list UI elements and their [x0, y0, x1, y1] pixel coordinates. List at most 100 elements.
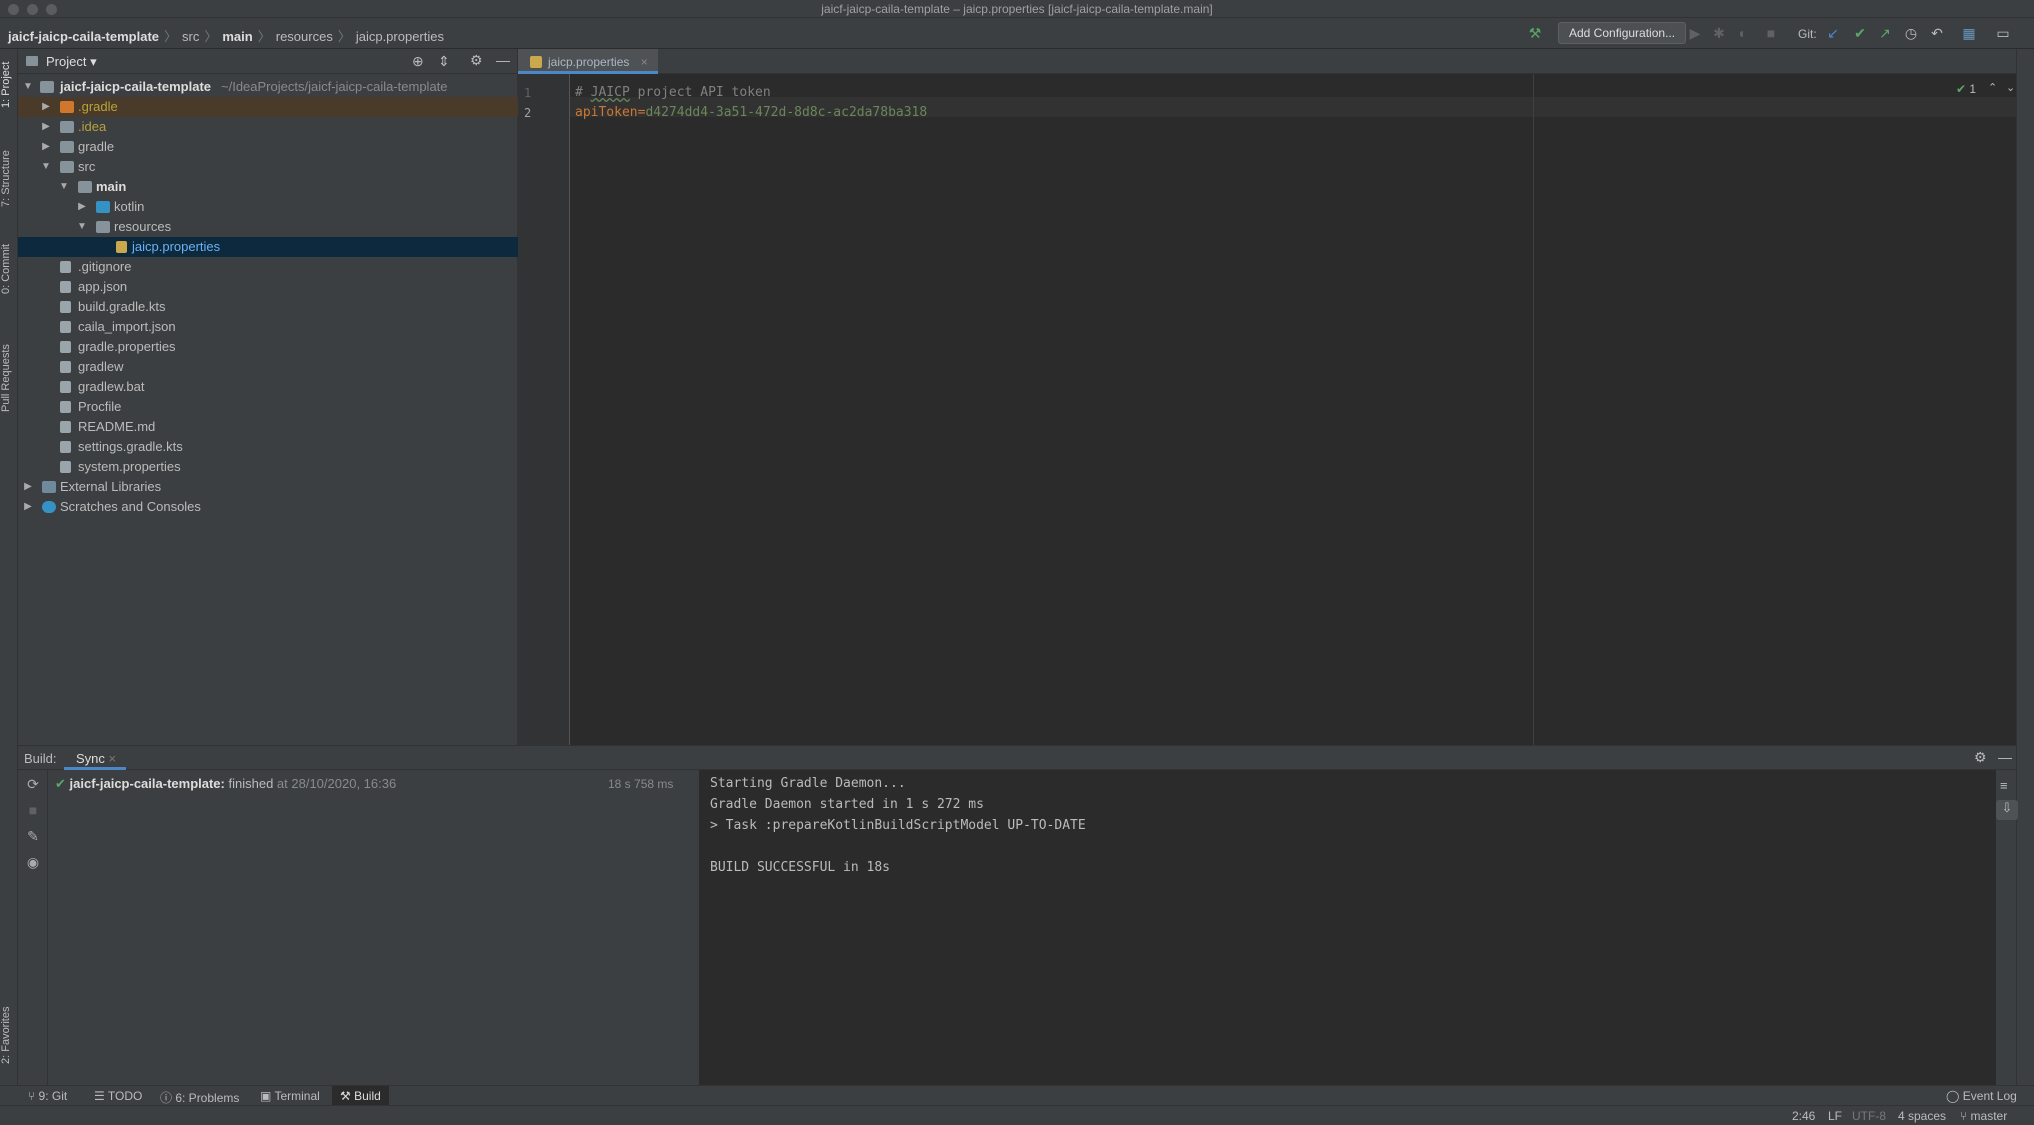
tree-item[interactable]: ▼ main	[18, 177, 518, 197]
todo-tool-button[interactable]: ☰ TODO	[94, 1089, 142, 1103]
git-commit-icon[interactable]: ✔	[1851, 24, 1869, 42]
hide-icon[interactable]: —	[1998, 749, 2012, 765]
git-branch[interactable]: ⑂ master	[1960, 1109, 2007, 1123]
chevron-right-icon[interactable]: ▶	[22, 477, 34, 497]
scroll-to-end-icon[interactable]: ⇩	[1996, 800, 2018, 820]
chevron-down-icon[interactable]: ▼	[40, 157, 52, 177]
line-separator[interactable]: LF	[1828, 1109, 1842, 1123]
close-icon[interactable]: ×	[109, 751, 117, 766]
git-tool-button[interactable]: ⑂ 9: Git	[28, 1089, 67, 1103]
tree-root[interactable]: ▼ jaicf-jaicp-caila-template ~/IdeaProjec…	[18, 77, 518, 97]
pull-requests-tool-button[interactable]: Pull Requests	[0, 333, 18, 423]
code-line-2[interactable]: apiToken=d4274dd4-3a51-472d-8d8c-ac2da78…	[575, 105, 927, 120]
tree-item[interactable]: build.gradle.kts	[18, 297, 518, 317]
locate-icon[interactable]: ⊕	[412, 53, 424, 70]
tree-item[interactable]: system.properties	[18, 457, 518, 477]
tree-item[interactable]: gradle.properties	[18, 337, 518, 357]
structure-tool-button[interactable]: 7: Structure	[0, 141, 18, 217]
tree-item[interactable]: ▶ kotlin	[18, 197, 518, 217]
favorites-tool-button[interactable]: 2: Favorites	[0, 995, 18, 1075]
tree-item[interactable]: ▶ Scratches and Consoles	[18, 497, 518, 517]
coverage-icon[interactable]: ◐	[1734, 24, 1752, 42]
stop-icon[interactable]: ■	[1762, 24, 1780, 42]
chevron-right-icon[interactable]: ▶	[40, 117, 52, 137]
chevron-down-icon[interactable]: ▼	[58, 177, 70, 197]
tree-item[interactable]: ▼ src	[18, 157, 518, 177]
eye-icon[interactable]: ◉	[24, 854, 42, 872]
chevron-right-icon[interactable]: ▶	[76, 197, 88, 217]
chevron-down-icon[interactable]: ▼	[22, 77, 34, 97]
pin-icon[interactable]: ✎	[24, 828, 42, 846]
collapse-all-icon[interactable]: ⇕	[438, 53, 450, 70]
build-label: Build:	[24, 751, 57, 766]
hide-icon[interactable]: —	[496, 52, 510, 68]
add-configuration-button[interactable]: Add Configuration...	[1558, 22, 1687, 44]
tree-item-selected[interactable]: jaicp.properties	[18, 237, 518, 257]
problems-tool-button[interactable]: ⓘ 6: Problems	[160, 1089, 239, 1106]
git-rollback-icon[interactable]: ↶	[1928, 24, 1946, 42]
tree-item[interactable]: Procfile	[18, 397, 518, 417]
properties-file-icon	[60, 341, 71, 353]
tree-item[interactable]: gradlew	[18, 357, 518, 377]
properties-file-icon	[530, 56, 542, 68]
stop-icon[interactable]: ■	[24, 802, 42, 820]
breadcrumb-item[interactable]: src	[182, 29, 199, 44]
project-tool-button[interactable]: 1: Project	[0, 55, 18, 115]
indent-setting[interactable]: 4 spaces	[1898, 1109, 1946, 1123]
tree-item[interactable]: .gitignore	[18, 257, 518, 277]
close-icon[interactable]: ×	[641, 55, 648, 69]
tree-item[interactable]: settings.gradle.kts	[18, 437, 518, 457]
soft-wrap-icon[interactable]: ≡	[2000, 778, 2008, 793]
file-icon	[60, 261, 71, 273]
build-console[interactable]: Starting Gradle Daemon... Gradle Daemon …	[700, 770, 1996, 1086]
chevron-down-icon[interactable]: ▼	[76, 217, 88, 237]
editor-tab[interactable]: jaicp.properties ×	[518, 49, 658, 74]
source-folder-icon	[96, 201, 110, 213]
file-encoding[interactable]: UTF-8	[1852, 1109, 1886, 1123]
right-margin-guide	[1533, 74, 1534, 745]
tree-item[interactable]: ▶ .idea	[18, 117, 518, 137]
project-panel: Project ▾ ⊕ ⇕ ⚙ — ▼ jaicf-jaicp-caila-te…	[18, 49, 518, 745]
tree-item[interactable]: README.md	[18, 417, 518, 437]
folder-icon	[60, 101, 74, 113]
gear-icon[interactable]: ⚙	[1974, 749, 1987, 766]
tree-item[interactable]: app.json	[18, 277, 518, 297]
tree-item[interactable]: ▶ gradle	[18, 137, 518, 157]
build-task-row[interactable]: ✔ jaicf-jaicp-caila-template: finished a…	[55, 776, 396, 792]
project-view-selector[interactable]: Project ▾	[46, 54, 97, 70]
project-structure-icon[interactable]: ▦	[1960, 24, 1978, 42]
commit-tool-button[interactable]: 0: Commit	[0, 237, 18, 301]
tab-sync[interactable]: Sync ×	[64, 746, 127, 770]
build-hammer-icon[interactable]: ⚒	[1526, 24, 1544, 42]
breadcrumb-item[interactable]: jaicp.properties	[356, 29, 444, 44]
chevron-up-icon[interactable]: ⌃	[1988, 81, 1997, 94]
bottom-tool-bar: ⑂ 9: Git ☰ TODO ⓘ 6: Problems ▣ Terminal…	[0, 1085, 2034, 1105]
chevron-down-icon[interactable]: ⌄	[2006, 81, 2015, 94]
caret-position[interactable]: 2:46	[1792, 1109, 1815, 1123]
sync-icon[interactable]: ⟳	[24, 776, 42, 794]
git-history-icon[interactable]: ◷	[1902, 24, 1920, 42]
project-panel-header: Project ▾ ⊕ ⇕ ⚙ —	[18, 49, 517, 74]
tree-item[interactable]: ▼ resources	[18, 217, 518, 237]
inspection-widget[interactable]: ✔ 1	[1956, 82, 1976, 96]
tree-item[interactable]: gradlew.bat	[18, 377, 518, 397]
breadcrumb-item[interactable]: main	[222, 29, 252, 44]
terminal-tool-button[interactable]: ▣ Terminal	[260, 1089, 320, 1103]
chevron-right-icon[interactable]: ▶	[22, 497, 34, 517]
event-log-button[interactable]: ◯ Event Log	[1946, 1089, 2017, 1103]
debug-icon[interactable]: ✱	[1710, 24, 1728, 42]
run-icon[interactable]: ▶	[1686, 24, 1704, 42]
git-push-icon[interactable]: ↗	[1876, 24, 1894, 42]
git-update-icon[interactable]: ↙	[1824, 24, 1842, 42]
tree-item[interactable]: ▶ .gradle	[18, 97, 518, 117]
chevron-right-icon[interactable]: ▶	[40, 97, 52, 117]
breadcrumb-item[interactable]: jaicf-jaicp-caila-template	[8, 29, 159, 44]
build-tool-button[interactable]: ⚒ Build	[332, 1086, 389, 1105]
tree-item[interactable]: ▶ External Libraries	[18, 477, 518, 497]
presentation-icon[interactable]: ▭	[1994, 24, 2012, 42]
tree-item[interactable]: caila_import.json	[18, 317, 518, 337]
code-line-1[interactable]: # JAICP project API token	[575, 85, 771, 100]
breadcrumb-item[interactable]: resources	[276, 29, 333, 44]
chevron-right-icon[interactable]: ▶	[40, 137, 52, 157]
gear-icon[interactable]: ⚙	[470, 52, 483, 69]
